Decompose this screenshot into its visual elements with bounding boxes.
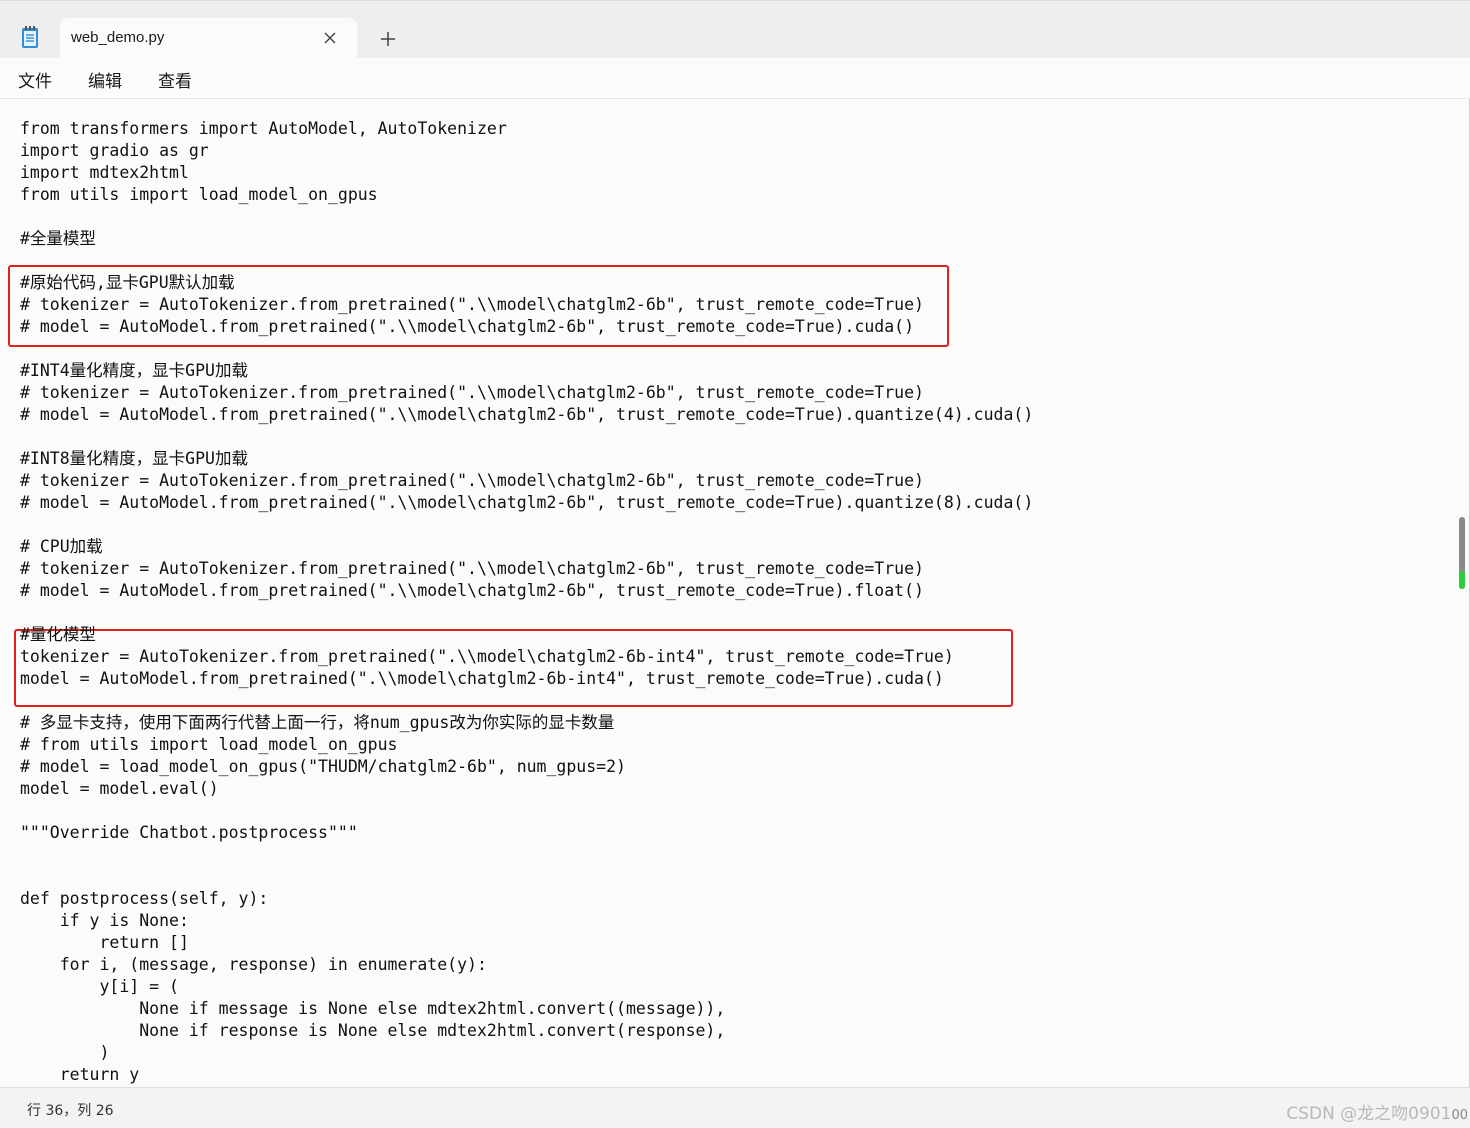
tab-title: web_demo.py — [71, 29, 165, 46]
code-line[interactable]: import mdtex2html — [20, 162, 189, 184]
code-line[interactable]: #INT8量化精度，显卡GPU加载 — [20, 448, 248, 470]
code-line[interactable]: model = AutoModel.from_pretrained(".\\mo… — [20, 668, 944, 690]
code-line[interactable]: #全量模型 — [20, 228, 96, 250]
code-line[interactable]: #INT4量化精度，显卡GPU加载 — [20, 360, 248, 382]
code-line[interactable]: #原始代码,显卡GPU默认加载 — [20, 272, 235, 294]
code-line[interactable]: ) — [20, 1042, 109, 1064]
code-line[interactable]: # model = AutoModel.from_pretrained(".\\… — [20, 316, 914, 338]
menu-file[interactable]: 文件 — [18, 67, 52, 92]
plus-icon[interactable] — [378, 29, 398, 49]
notepad-window: web_demo.py 文件 编辑 查看 from transformers i… — [0, 0, 1470, 1128]
cursor-position: 行 36，列 26 — [27, 1103, 114, 1119]
code-line[interactable]: def postprocess(self, y): — [20, 888, 268, 910]
menu-bar: 文件 编辑 查看 — [0, 58, 1470, 99]
code-line[interactable]: # tokenizer = AutoTokenizer.from_pretrai… — [20, 294, 924, 316]
code-line[interactable]: # tokenizer = AutoTokenizer.from_pretrai… — [20, 558, 924, 580]
watermark-text: CSDN @龙之吻0901 — [1286, 1104, 1452, 1124]
code-line[interactable]: from transformers import AutoModel, Auto… — [20, 118, 507, 140]
menu-edit[interactable]: 编辑 — [88, 67, 122, 92]
code-line[interactable]: # from utils import load_model_on_gpus — [20, 734, 398, 756]
watermark: CSDN @龙之吻090100 — [1286, 1099, 1468, 1124]
code-line[interactable]: None if message is None else mdtex2html.… — [20, 998, 725, 1020]
code-line[interactable]: # model = load_model_on_gpus("THUDM/chat… — [20, 756, 626, 778]
code-line[interactable]: # 多显卡支持，使用下面两行代替上面一行，将num_gpus改为你实际的显卡数量 — [20, 712, 614, 734]
code-line[interactable]: tokenizer = AutoTokenizer.from_pretraine… — [20, 646, 954, 668]
code-line[interactable]: # model = AutoModel.from_pretrained(".\\… — [20, 580, 924, 602]
code-line[interactable]: None if response is None else mdtex2html… — [20, 1020, 725, 1042]
notepad-app-icon — [22, 26, 38, 48]
code-line[interactable]: return y — [20, 1064, 139, 1086]
code-line[interactable]: from utils import load_model_on_gpus — [20, 184, 378, 206]
close-icon[interactable] — [322, 30, 338, 46]
watermark-suffix: 00 — [1451, 1108, 1468, 1123]
vertical-scrollbar[interactable] — [1455, 99, 1470, 1087]
code-line[interactable]: return [] — [20, 932, 188, 954]
code-line[interactable]: # model = AutoModel.from_pretrained(".\\… — [20, 492, 1033, 514]
scrollbar-thumb-accent — [1459, 571, 1465, 589]
code-line[interactable]: if y is None: — [20, 910, 189, 932]
code-line[interactable]: # model = AutoModel.from_pretrained(".\\… — [20, 404, 1033, 426]
status-bar: 行 36，列 26 CSDN @龙之吻090100 — [0, 1087, 1470, 1128]
code-line[interactable]: for i, (message, response) in enumerate(… — [20, 954, 487, 976]
code-line[interactable]: # tokenizer = AutoTokenizer.from_pretrai… — [20, 382, 924, 404]
tab-bar: web_demo.py — [0, 0, 1470, 59]
code-line[interactable]: y[i] = ( — [20, 976, 178, 998]
code-line[interactable]: """Override Chatbot.postprocess""" — [20, 822, 358, 844]
menu-view[interactable]: 查看 — [158, 67, 192, 92]
code-line[interactable]: #量化模型 — [20, 624, 96, 646]
code-line[interactable]: import gradio as gr — [20, 140, 209, 162]
code-line[interactable]: model = model.eval() — [20, 778, 219, 800]
code-line[interactable]: # CPU加载 — [20, 536, 103, 558]
code-line[interactable]: # tokenizer = AutoTokenizer.from_pretrai… — [20, 470, 924, 492]
text-editor[interactable]: from transformers import AutoModel, Auto… — [0, 99, 1455, 1087]
tab-web-demo[interactable]: web_demo.py — [60, 18, 357, 59]
